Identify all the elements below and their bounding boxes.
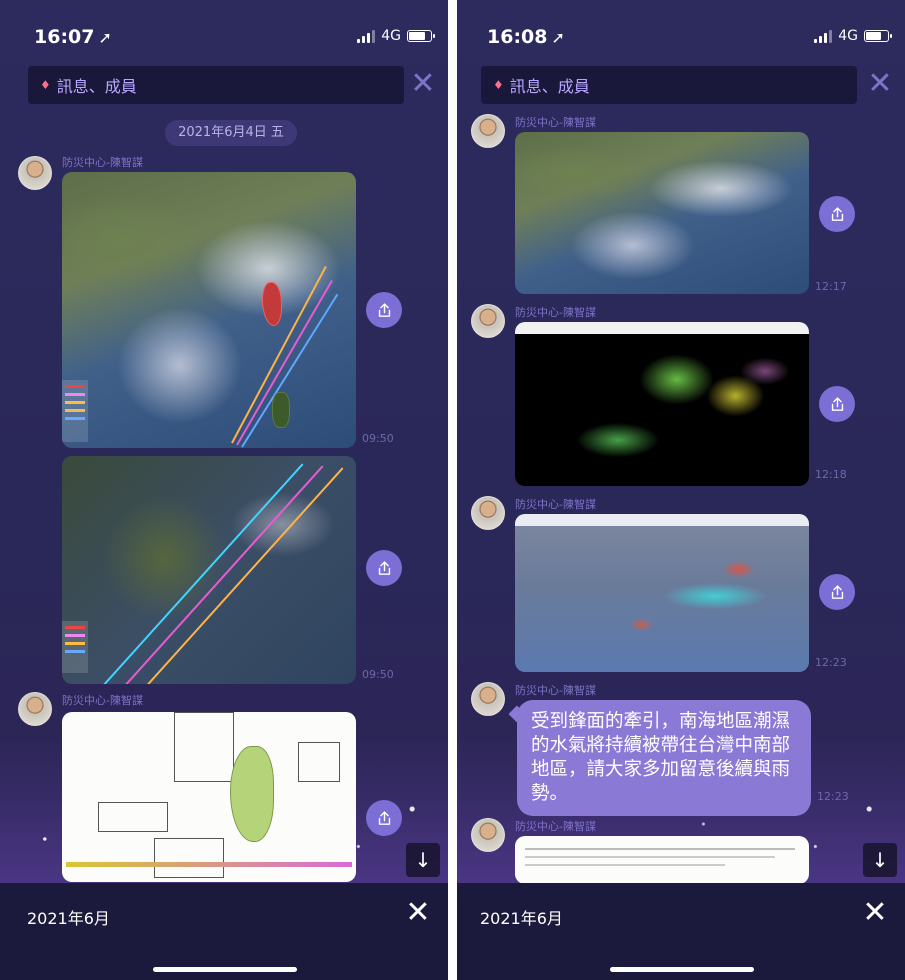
share-icon	[831, 396, 843, 411]
share-button[interactable]	[819, 196, 855, 232]
close-date-panel-button[interactable]: ✕	[398, 893, 438, 933]
search-filter-bar[interactable]: ♦ 訊息、成員	[28, 66, 404, 104]
typhoon-track-map-image[interactable]	[62, 172, 356, 448]
status-time: 16:07 ➚	[34, 26, 112, 48]
avatar[interactable]	[471, 496, 505, 530]
share-icon	[831, 206, 843, 221]
share-button[interactable]	[819, 386, 855, 422]
battery-icon	[407, 30, 435, 42]
sender-name: 防災中心-陳智謀	[515, 820, 596, 833]
share-icon	[831, 584, 843, 599]
typhoon-track-zoom-image[interactable]	[62, 456, 356, 684]
status-bar: 16:08 ➚ 4G	[457, 0, 905, 60]
share-icon	[378, 560, 390, 575]
radar-echo-image[interactable]	[515, 322, 809, 486]
date-panel: 2021年6月 ✕	[0, 883, 448, 980]
message-time: 12:18	[815, 468, 847, 481]
search-filter-bar[interactable]: ♦ 訊息、成員	[481, 66, 857, 104]
share-button[interactable]	[819, 574, 855, 610]
rainfall-report-image[interactable]	[62, 712, 356, 882]
share-icon	[378, 810, 390, 825]
chat-screen-left: 16:07 ➚ 4G ♦ 訊息、成員 ✕ 2021年6月4日 五 防災中心-陳智謀…	[0, 0, 448, 980]
scroll-to-latest-button[interactable]: ↓	[863, 843, 897, 877]
date-separator: 2021年6月4日 五	[165, 120, 297, 146]
share-button[interactable]	[366, 800, 402, 836]
date-panel: 2021年6月 ✕	[457, 883, 905, 980]
share-button[interactable]	[366, 550, 402, 586]
sender-name: 防災中心-陳智謀	[515, 498, 596, 511]
signal-icon	[357, 29, 376, 43]
location-arrow-icon: ➚	[98, 28, 112, 47]
wind-flow-image[interactable]	[515, 514, 809, 672]
scroll-to-latest-button[interactable]: ↓	[406, 843, 440, 877]
month-label: 2021年6月	[27, 909, 110, 928]
gem-icon: ♦	[493, 78, 504, 92]
avatar[interactable]	[471, 818, 505, 852]
gem-icon: ♦	[40, 78, 51, 92]
chat-screen-right: 16:08 ➚ 4G ♦ 訊息、成員 ✕ 防災中心-陳智謀 12:17 防災中心-…	[457, 0, 905, 980]
status-bar: 16:07 ➚ 4G	[0, 0, 448, 60]
satellite-cloud-image[interactable]	[515, 132, 809, 294]
avatar[interactable]	[471, 682, 505, 716]
home-indicator	[153, 967, 297, 972]
close-date-panel-button[interactable]: ✕	[855, 893, 895, 933]
sender-name: 防災中心-陳智謀	[515, 684, 596, 697]
network-type: 4G	[838, 28, 858, 44]
share-icon	[378, 302, 390, 317]
message-time: 12:23	[817, 790, 849, 803]
sender-name: 防災中心-陳智謀	[62, 694, 143, 707]
message-time: 09:50	[362, 668, 394, 681]
avatar[interactable]	[18, 156, 52, 190]
filter-label: 訊息、成員	[56, 77, 137, 96]
status-time: 16:08 ➚	[487, 26, 565, 48]
avatar[interactable]	[471, 304, 505, 338]
close-filter-button[interactable]: ✕	[863, 64, 897, 104]
avatar[interactable]	[18, 692, 52, 726]
document-image[interactable]	[515, 836, 809, 884]
sender-name: 防災中心-陳智謀	[62, 156, 143, 169]
sender-name: 防災中心-陳智謀	[515, 306, 596, 319]
location-arrow-icon: ➚	[551, 28, 565, 47]
signal-icon	[814, 29, 833, 43]
message-time: 12:17	[815, 280, 847, 293]
avatar[interactable]	[471, 114, 505, 148]
sender-name: 防災中心-陳智謀	[515, 116, 596, 129]
share-button[interactable]	[366, 292, 402, 328]
battery-icon	[864, 30, 892, 42]
close-filter-button[interactable]: ✕	[406, 64, 440, 104]
network-type: 4G	[381, 28, 401, 44]
home-indicator	[610, 967, 754, 972]
filter-label: 訊息、成員	[509, 77, 590, 96]
message-time: 12:23	[815, 656, 847, 669]
message-bubble[interactable]: 受到鋒面的牽引，南海地區潮濕的水氣將持續被帶往台灣中南部地區，請大家多加留意後續…	[517, 700, 811, 816]
message-time: 09:50	[362, 432, 394, 445]
month-label: 2021年6月	[480, 909, 563, 928]
